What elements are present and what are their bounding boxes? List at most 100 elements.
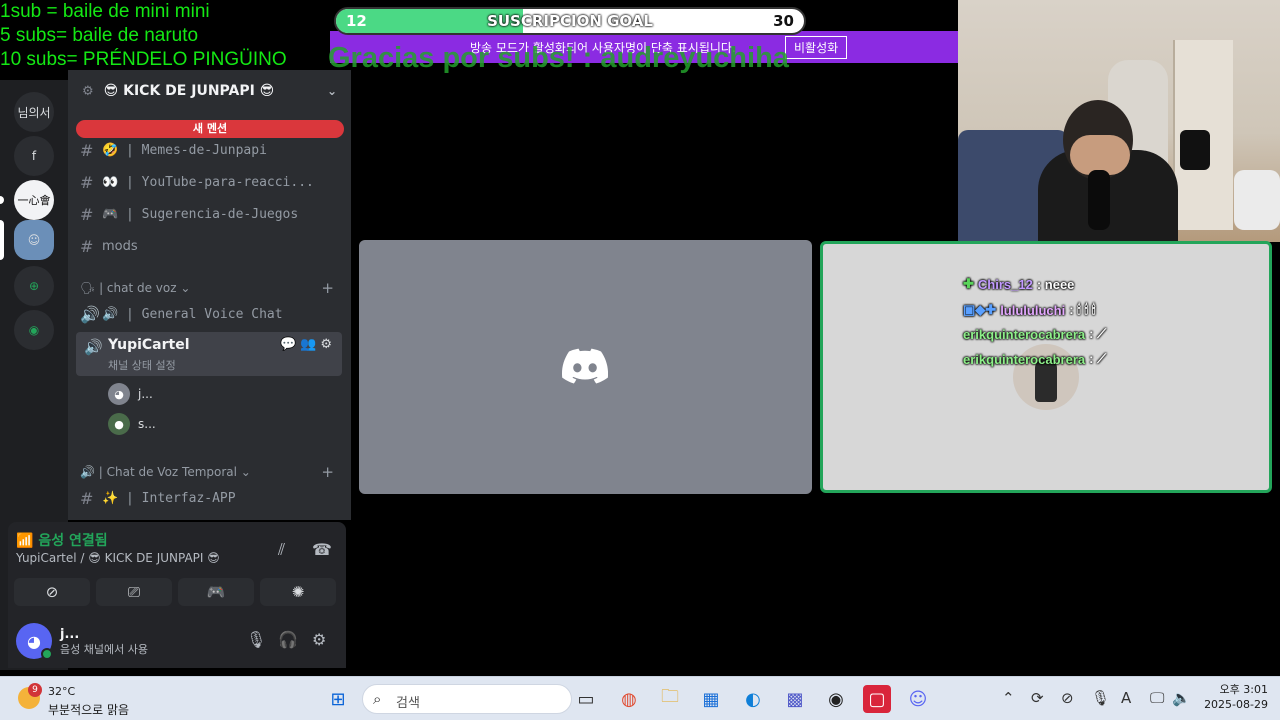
overlay-chat-line: ✚ Chirs_12 : neee xyxy=(963,273,1074,295)
kick-de-junpapi-server-icon[interactable]: ☺ xyxy=(14,220,54,260)
channel-sugerencia[interactable]: # 🎮 | Sugerencia-de-Juegos xyxy=(80,200,342,228)
voice-connected-subtitle[interactable]: YupiCartel / 😎 KICK DE JUNPAPI 😎 xyxy=(16,551,220,565)
tray-overflow-icon[interactable]: ⌃ xyxy=(1002,689,1015,707)
chrome-icon[interactable]: ◍ xyxy=(615,685,643,713)
disable-broadcast-button[interactable]: 비활성화 xyxy=(785,36,848,59)
teams-icon[interactable]: ▩ xyxy=(781,685,809,713)
app-red-icon[interactable]: ▢ xyxy=(863,685,891,713)
category-chat-temporal[interactable]: 🔊 | Chat de Voz Temporal ⌄ + xyxy=(80,462,340,482)
subs-thanks-overlay: Gracias por subs! : audreyuchiha xyxy=(328,42,789,74)
chat-message: : 🕯 🕯 🕯 xyxy=(1069,302,1096,317)
camera-off-button[interactable]: ⊘ xyxy=(14,578,90,606)
voice-video-tile[interactable] xyxy=(359,240,812,494)
chat-username: Chirs_12 xyxy=(977,276,1033,292)
hash-icon: # xyxy=(80,204,94,224)
sub-goal-line: 5 subs= baile de naruto xyxy=(0,25,199,46)
overlay-chat-line: ▣◆✚ lulululuchi : 🕯 🕯 🕯 xyxy=(963,299,1095,321)
clock-date: 2025-08-29 xyxy=(1204,698,1268,711)
screen-share-button[interactable]: ⎚ xyxy=(96,578,172,606)
add-member-icon[interactable]: 👥 xyxy=(300,337,320,352)
hash-icon: # xyxy=(80,172,94,192)
headphones-icon[interactable]: 🎧 xyxy=(278,630,298,649)
gear-icon[interactable]: ⚙ xyxy=(312,630,326,649)
system-clock[interactable]: 오후 3:01 2025-08-29 xyxy=(1196,682,1268,712)
microphone-icon[interactable]: 🎙 xyxy=(246,630,266,649)
voice-channel-yupicartel[interactable]: 🔊 YupiCartel 채널 상태 설정 💬👥⚙ xyxy=(76,332,342,376)
chevron-down-icon: ⌄ xyxy=(326,84,337,98)
network-icon[interactable]: 🖵 xyxy=(1150,689,1164,707)
voice-channel-general[interactable]: 🔊 🔊 | General Voice Chat xyxy=(80,300,342,328)
screen: 님의서 f 一心會 ☺ 22 ⊕ ◉ ⚙ 😎 KICK DE JUNPAPI 😎… xyxy=(0,0,1280,720)
chat-icon[interactable]: 💬 xyxy=(280,337,300,352)
channel-memes[interactable]: # 🤣 | Memes-de-Junpapi xyxy=(80,136,342,164)
channel-youtube[interactable]: # 👀 | YouTube-para-reacci... xyxy=(80,168,342,196)
badge-icons: ✚ xyxy=(963,276,974,291)
screen-share-tile[interactable]: ✚ Chirs_12 : neee ▣◆✚ lulululuchi : 🕯 🕯 … xyxy=(820,241,1272,493)
goal-target: 30 xyxy=(773,12,794,30)
add-server-icon[interactable]: ⊕ xyxy=(14,266,54,306)
app-tray-icon[interactable]: ⊘ xyxy=(1061,689,1074,707)
voice-connected-label: 음성 연결됨 xyxy=(38,533,108,549)
edge-icon[interactable]: ◐ xyxy=(739,685,767,713)
discord-taskbar-icon[interactable]: ☺ xyxy=(904,685,932,713)
speaker-icon: 🔊 xyxy=(80,304,100,324)
channel-sidebar: ⚙ 😎 KICK DE JUNPAPI 😎 ⌄ 새 멘션 # 🤣 | Memes… xyxy=(68,70,351,520)
obs-icon[interactable]: ◉ xyxy=(822,685,850,713)
cam-streamer-hands xyxy=(1070,135,1130,175)
category-chat-de-voz[interactable]: 🗣 | chat de voz ⌄ + xyxy=(80,278,340,298)
noise-suppression-icon[interactable]: ⫽ xyxy=(278,540,285,560)
server-name: 😎 KICK DE JUNPAPI 😎 xyxy=(103,83,275,99)
hash-icon: # xyxy=(80,236,94,256)
soundboard-button[interactable]: ✺ xyxy=(260,578,336,606)
voice-member[interactable]: ◕ j... xyxy=(108,381,153,407)
webcam-feed xyxy=(958,0,1280,242)
user-name[interactable]: j... xyxy=(60,627,79,642)
microsoft-store-icon[interactable]: ▦ xyxy=(697,685,725,713)
speaker-icon: 🗣 xyxy=(80,281,100,295)
volume-icon[interactable]: 🔈 xyxy=(1172,689,1191,707)
sub-goals-overlay: 1sub = baile de mini mini 5 subs= baile … xyxy=(0,0,330,72)
chat-message: : ⟋ xyxy=(1089,351,1107,366)
settings-icon[interactable]: ⚙ xyxy=(320,337,336,352)
server-item-1[interactable]: 님의서 xyxy=(14,92,54,132)
task-view-icon[interactable]: ▭ xyxy=(572,685,600,713)
goal-title: SUSCRIPCION GOAL xyxy=(487,12,653,30)
activities-button[interactable]: 🎮 xyxy=(178,578,254,606)
badge-icons: ▣◆✚ xyxy=(963,302,997,317)
weather-widget[interactable]: 9 32°C 부분적으로 맑음 xyxy=(18,683,158,717)
channel-actions: 💬👥⚙ xyxy=(280,337,336,352)
channel-label: mods xyxy=(102,238,138,254)
chat-username: lulululuchi xyxy=(1000,302,1066,318)
overlay-chat-line: erikquinterocabrera : ⟋ xyxy=(963,348,1106,370)
windows-start-icon[interactable]: ⊞ xyxy=(324,685,352,713)
add-channel-icon[interactable]: + xyxy=(321,279,334,297)
voice-member[interactable]: ● s... xyxy=(108,411,156,437)
speaker-icon: 🔊 xyxy=(102,306,127,322)
cam-microphone xyxy=(1088,170,1110,230)
taskbar-search[interactable]: ⌕ 검색 xyxy=(362,684,572,714)
server-item-label: f xyxy=(31,149,37,163)
search-icon: ⌕ xyxy=(373,690,382,708)
channel-interfaz-app[interactable]: # ✨ | Interfaz-APP xyxy=(80,484,342,512)
temperature: 32°C xyxy=(48,685,76,698)
server-header[interactable]: ⚙ 😎 KICK DE JUNPAPI 😎 ⌄ xyxy=(68,74,351,108)
microphone-tray-icon[interactable]: 🎙 xyxy=(1091,689,1110,707)
discord-logo-icon xyxy=(562,348,608,384)
channel-status[interactable]: 채널 상태 설정 xyxy=(108,357,176,373)
channel-emoji: 🤣 xyxy=(102,142,119,158)
server-item-3[interactable]: 一心會 xyxy=(14,180,54,220)
channel-label: ✨ | Interfaz-APP xyxy=(102,490,236,506)
discover-icon[interactable]: ◉ xyxy=(14,310,54,350)
user-panel: ◕ j... 음성 채널에서 사용 🎙 🎧 ⚙ xyxy=(8,610,346,668)
sub-goal-line: 1sub = baile de mini mini xyxy=(0,1,210,22)
weather-badge: 9 xyxy=(28,683,42,697)
add-channel-icon[interactable]: + xyxy=(321,463,334,481)
hash-icon: # xyxy=(80,488,94,508)
windows-taskbar: 9 32°C 부분적으로 맑음 ⊞ ⌕ 검색 ▭ ◍ 🗀 ▦ ◐ ▩ ◉ ▢ ☺… xyxy=(0,676,1280,720)
channel-mods[interactable]: # mods xyxy=(80,232,342,260)
file-explorer-icon[interactable]: 🗀 xyxy=(656,685,684,713)
disconnect-icon[interactable]: ☎ xyxy=(312,540,332,559)
language-icon[interactable]: A xyxy=(1121,689,1131,707)
sync-icon[interactable]: ⟳ xyxy=(1031,689,1044,707)
facebook-server-icon[interactable]: f xyxy=(14,136,54,176)
